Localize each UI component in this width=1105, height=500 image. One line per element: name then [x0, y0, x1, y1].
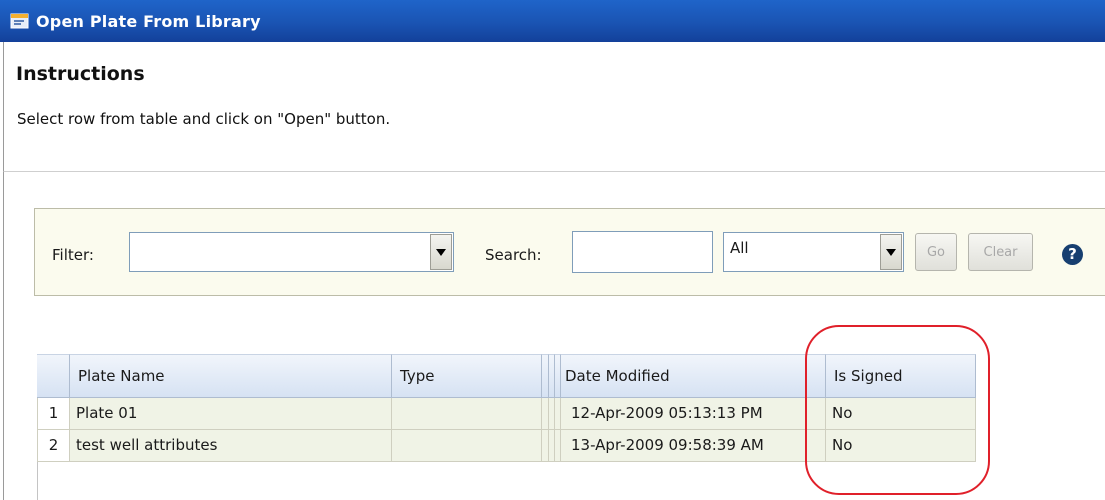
window-app-icon [10, 12, 30, 30]
window-title: Open Plate From Library [36, 11, 261, 31]
table-cell-date-modified[interactable]: 13-Apr-2009 09:58:39 AM [561, 430, 826, 462]
column-header-date-modified[interactable]: Date Modified [561, 354, 826, 398]
highlight-annotation [805, 325, 990, 495]
help-icon[interactable]: ? [1062, 244, 1083, 265]
search-label: Search: [485, 246, 542, 264]
row-number-header [37, 354, 70, 398]
filter-label: Filter: [52, 246, 94, 264]
search-scope-value: All [730, 239, 749, 257]
column-header-narrow[interactable] [542, 354, 549, 398]
search-input[interactable] [572, 231, 713, 273]
column-header-plate-name[interactable]: Plate Name [70, 354, 392, 398]
chevron-down-icon[interactable] [430, 234, 452, 270]
filter-dropdown[interactable] [129, 232, 454, 272]
row-number[interactable]: 2 [37, 430, 70, 462]
instructions-heading: Instructions [16, 63, 145, 85]
table-cell-plate-name[interactable]: Plate 01 [70, 398, 392, 430]
go-button[interactable]: Go [915, 233, 957, 271]
row-number[interactable]: 1 [37, 398, 70, 430]
search-scope-dropdown[interactable]: All [723, 232, 904, 272]
instructions-panel [3, 42, 1105, 172]
table-cell-date-modified[interactable]: 12-Apr-2009 05:13:13 PM [561, 398, 826, 430]
title-bar: Open Plate From Library [0, 0, 1105, 42]
table-cell-type[interactable] [392, 398, 542, 430]
column-header-type[interactable]: Type [392, 354, 542, 398]
table-cell-narrow[interactable] [542, 398, 549, 430]
chevron-down-icon[interactable] [880, 234, 902, 270]
table-cell-narrow[interactable] [542, 430, 549, 462]
clear-button[interactable]: Clear [968, 233, 1033, 271]
table-cell-plate-name[interactable]: test well attributes [70, 430, 392, 462]
table-cell-type[interactable] [392, 430, 542, 462]
instructions-text: Select row from table and click on "Open… [17, 110, 391, 128]
